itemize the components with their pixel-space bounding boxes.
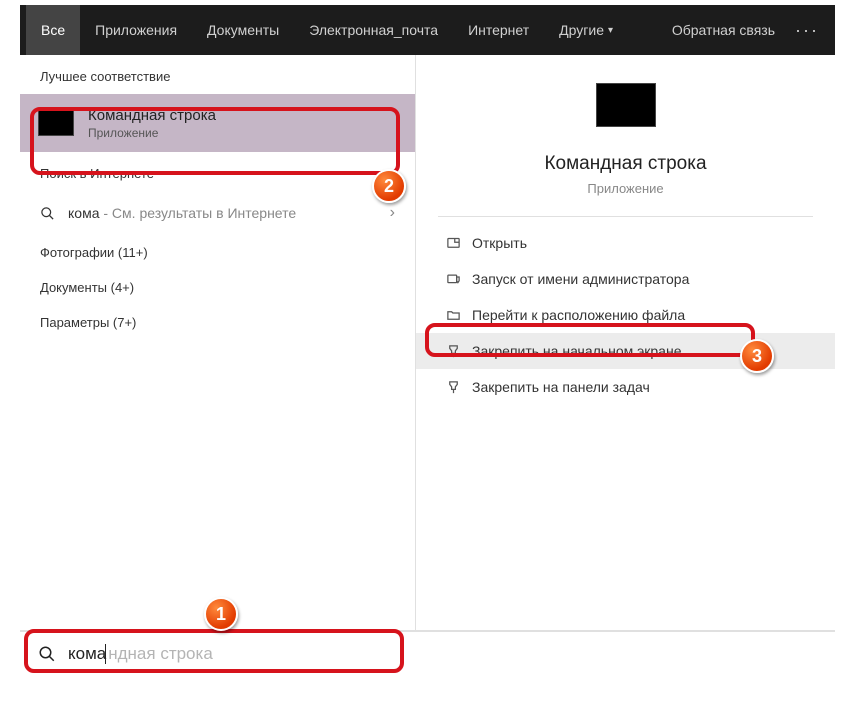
web-search-label: Поиск в Интернете [20, 152, 415, 191]
tab-all[interactable]: Все [26, 5, 80, 55]
action-pin-start[interactable]: Закрепить на начальном экране [416, 333, 835, 369]
action-run-as-admin[interactable]: Запуск от имени администратора [416, 261, 835, 297]
photos-row[interactable]: Фотографии (11+) [20, 235, 415, 270]
search-typed-text: кома [68, 644, 106, 664]
detail-pane: Командная строка Приложение Открыть Запу… [415, 55, 835, 630]
action-open-location[interactable]: Перейти к расположению файла [416, 297, 835, 333]
tab-apps[interactable]: Приложения [80, 5, 192, 55]
tab-internet[interactable]: Интернет [453, 5, 544, 55]
tab-documents[interactable]: Документы [192, 5, 294, 55]
best-match-item[interactable]: Командная строка Приложение [20, 94, 415, 152]
action-pin-taskbar[interactable]: Закрепить на панели задач [416, 369, 835, 405]
results-pane: Лучшее соответствие Командная строка При… [20, 55, 415, 630]
tab-email[interactable]: Электронная_почта [294, 5, 453, 55]
open-icon [442, 236, 464, 251]
more-icon[interactable]: ··· [785, 20, 829, 41]
web-search-item[interactable]: кома - См. результаты в Интернете › [20, 191, 415, 235]
filter-tabs: Все Приложения Документы Электронная_поч… [20, 5, 835, 55]
search-icon [40, 206, 56, 221]
shield-icon [442, 272, 464, 287]
search-input[interactable]: командная строка [20, 630, 835, 675]
search-icon [38, 645, 56, 663]
search-hint-text: ндная строка [108, 644, 213, 664]
best-match-sub: Приложение [88, 126, 216, 140]
feedback-link[interactable]: Обратная связь [662, 22, 785, 38]
chevron-down-icon: ▾ [608, 25, 613, 36]
folder-icon [442, 308, 464, 323]
pin-start-icon [442, 344, 464, 359]
web-search-text: кома - См. результаты в Интернете [68, 205, 296, 221]
best-match-title: Командная строка [88, 107, 216, 124]
documents-row[interactable]: Документы (4+) [20, 270, 415, 305]
chevron-right-icon: › [390, 204, 395, 222]
action-open[interactable]: Открыть [416, 225, 835, 261]
best-match-label: Лучшее соответствие [20, 55, 415, 94]
detail-title: Командная строка [416, 153, 835, 175]
tab-other[interactable]: Другие▾ [544, 5, 628, 55]
pin-taskbar-icon [442, 380, 464, 395]
text-cursor [105, 644, 106, 664]
detail-thumb-icon [596, 83, 656, 127]
detail-sub: Приложение [416, 181, 835, 196]
parameters-row[interactable]: Параметры (7+) [20, 305, 415, 340]
cmd-icon [38, 110, 74, 136]
